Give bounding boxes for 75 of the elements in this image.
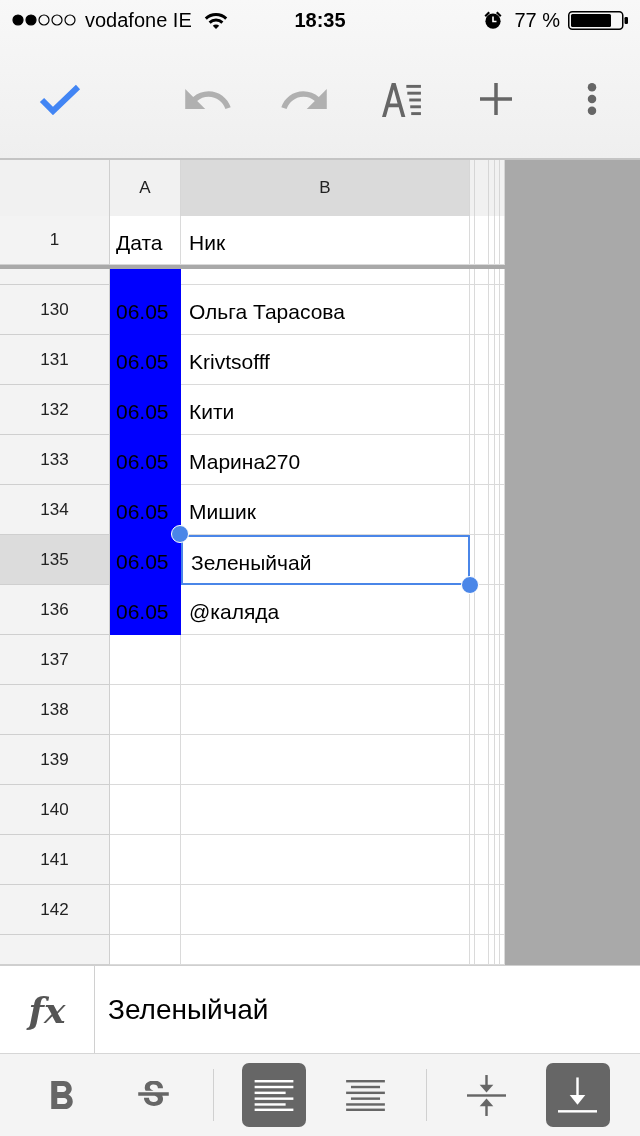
cell-text: 06.05 [116,299,169,322]
carrier-name: vodafone IE [85,8,192,33]
function-label: fx [28,991,66,1028]
cell-text: @каляда [189,599,280,622]
table-cell[interactable] [110,685,181,735]
row-header[interactable]: 142 [0,885,110,935]
table-cell[interactable]: @каляда [181,585,470,635]
cell-text: Ник [189,229,226,253]
table-cell[interactable]: Krivtsofff [181,335,470,385]
column-header[interactable]: B [181,160,470,216]
battery-percentage: 77 % [514,8,560,33]
cell-text: Ольга Тарасова [189,299,345,322]
table-cell[interactable] [181,635,470,685]
cell-text: 06.05 [116,499,169,522]
table-cell[interactable] [110,635,181,685]
row-header[interactable]: 131 [0,335,110,385]
table-cell[interactable] [181,785,470,835]
wifi-icon [203,11,228,29]
table-cell[interactable] [110,835,181,885]
align-center-icon [346,1079,386,1111]
table-cell[interactable]: Зеленыйчай [181,535,470,585]
row-header[interactable]: 138 [0,685,110,735]
row-header[interactable]: 130 [0,285,110,335]
cell-text: Мишик [189,499,256,522]
cell-text: Krivtsofff [189,349,270,372]
signal-strength-icon [12,14,77,26]
status-time: 18:35 [294,8,346,33]
row-header[interactable]: 134 [0,485,110,535]
check-icon [38,83,82,115]
battery-icon [568,10,628,30]
table-cell[interactable] [181,885,470,935]
cell-text: 06.05 [116,599,169,622]
filled-cell[interactable] [110,269,181,285]
cell-text: 06.05 [116,549,169,572]
formula-field[interactable]: Зеленыйчай [95,966,640,1053]
cell-text: 06.05 [116,349,169,372]
strikethrough-icon [138,1081,170,1109]
table-cell[interactable] [181,269,470,285]
table-cell[interactable]: Ольга Тарасова [181,285,470,335]
align-left-icon [254,1079,295,1111]
table-cell[interactable]: Марина270 [181,435,470,485]
undo-icon [185,89,231,109]
row-header[interactable]: 135 [0,535,110,585]
table-cell[interactable] [110,735,181,785]
vertical-align-bottom-button[interactable] [545,1063,610,1127]
cell-text: Дата [116,229,163,253]
bold-icon [51,1081,73,1109]
table-cell[interactable] [181,735,470,785]
row-header[interactable]: 139 [0,735,110,785]
text-format-icon [379,81,421,117]
cell-text: Кити [189,399,235,422]
cell-text: Марина270 [189,449,301,472]
row-header[interactable]: 1 [0,216,110,265]
row-header[interactable]: 137 [0,635,110,685]
plus-icon [480,83,512,115]
cell-text: 06.05 [116,449,169,472]
table-cell[interactable] [110,785,181,835]
cell-text: 06.05 [116,399,169,422]
table-cell[interactable] [110,885,181,935]
alarm-clock-icon [484,11,503,29]
table-cell[interactable] [181,685,470,735]
row-header[interactable]: 133 [0,435,110,485]
selection-handle[interactable] [461,576,479,594]
cell-text: Зеленыйчай [191,549,312,573]
vertical-align-bottom-icon [558,1077,598,1113]
vertical-align-middle-icon [466,1074,506,1116]
row-header[interactable]: 141 [0,835,110,885]
row-header[interactable]: 132 [0,385,110,435]
align-left-button[interactable] [242,1063,307,1127]
redo-icon [281,89,327,109]
more-icon [587,83,597,115]
row-header[interactable]: 140 [0,785,110,835]
row-header[interactable]: 136 [0,585,110,635]
table-cell[interactable] [181,835,470,885]
table-cell[interactable]: Кити [181,385,470,435]
